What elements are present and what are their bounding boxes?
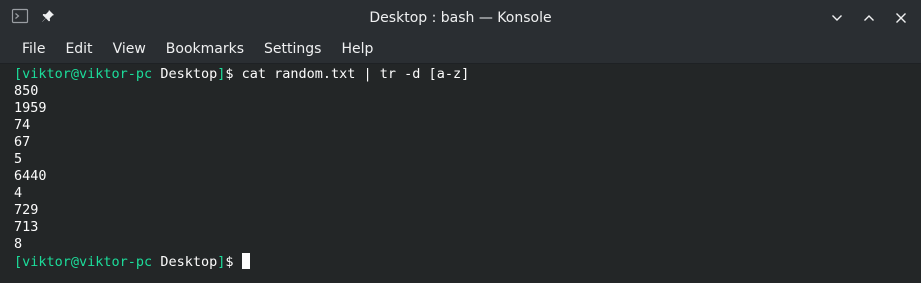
prompt-dir: Desktop [152,254,218,270]
menu-view[interactable]: View [103,36,156,63]
window-title: Desktop : bash — Konsole [369,10,552,26]
menu-file[interactable]: File [12,36,55,63]
output-line: 729 [14,202,39,218]
output-line: 5 [14,151,23,167]
chevron-up-icon[interactable] [859,8,879,28]
command-text: cat random.txt | tr -d [a-z] [241,66,470,82]
prompt-symbol: $ [225,66,242,82]
output-line: 1959 [14,100,47,116]
text-cursor[interactable] [241,253,250,269]
prompt-dir: Desktop [152,66,218,82]
output-line: 713 [14,219,39,235]
prompt-user-host: viktor@viktor-pc [22,66,153,82]
menu-bar: File Edit View Bookmarks Settings Help [0,36,921,63]
menu-help[interactable]: Help [331,36,383,63]
prompt-user-host: viktor@viktor-pc [22,254,153,270]
terminal-area[interactable]: [viktor@viktor-pc Desktop]$ cat random.t… [0,63,921,283]
output-line: 67 [14,134,31,150]
menu-bookmarks[interactable]: Bookmarks [156,36,254,63]
konsole-window: Desktop : bash — Konsole File Edit View [0,0,921,283]
prompt-line: [viktor@viktor-pc Desktop]$ [14,253,921,270]
prompt-bracket-open: [ [14,254,23,270]
output-line: 74 [14,117,31,133]
close-icon[interactable] [891,8,911,28]
menu-settings[interactable]: Settings [254,36,331,63]
menu-edit[interactable]: Edit [55,36,102,63]
chevron-down-icon[interactable] [827,8,847,28]
output-line: 6440 [14,168,47,184]
command-line: [viktor@viktor-pc Desktop]$ cat random.t… [14,66,921,83]
output-line: 4 [14,185,23,201]
output-line: 8 [14,236,23,252]
prompt-symbol: $ [225,254,242,270]
output-line: 850 [14,83,39,99]
prompt-bracket-open: [ [14,66,23,82]
title-bar[interactable]: Desktop : bash — Konsole [0,0,921,36]
